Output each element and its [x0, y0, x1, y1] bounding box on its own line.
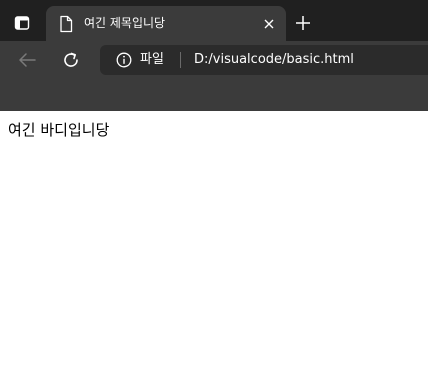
close-icon	[264, 19, 274, 29]
refresh-button[interactable]	[58, 47, 84, 73]
back-button[interactable]	[14, 47, 40, 73]
tab-title: 여긴 제목입니당	[84, 16, 166, 30]
info-icon[interactable]	[116, 52, 132, 68]
tab-strip: 여긴 제목입니당	[0, 0, 428, 41]
url-text[interactable]: D:/visualcode/basic.html	[194, 51, 354, 69]
browser-window: 여긴 제목입니당 파일 D:/visualcode/basic.html 여긴 …	[0, 0, 428, 371]
new-tab-button[interactable]	[291, 11, 315, 35]
body-text: 여긴 바디입니당	[8, 121, 110, 139]
address-bar[interactable]: 파일 D:/visualcode/basic.html	[100, 45, 428, 75]
tab-actions-icon	[14, 16, 30, 30]
favorites-bar	[0, 79, 428, 111]
tab-close-button[interactable]	[260, 15, 278, 33]
refresh-icon	[64, 52, 78, 67]
document-icon	[60, 15, 73, 33]
tab-active[interactable]: 여긴 제목입니당	[46, 6, 286, 41]
address-divider	[180, 52, 181, 68]
tab-actions-button[interactable]	[6, 9, 38, 37]
toolbar: 파일 D:/visualcode/basic.html	[0, 41, 428, 79]
page-content: 여긴 바디입니당	[0, 111, 428, 371]
plus-icon	[296, 16, 310, 30]
arrow-left-icon	[19, 53, 36, 67]
site-info-label[interactable]: 파일	[140, 51, 164, 69]
